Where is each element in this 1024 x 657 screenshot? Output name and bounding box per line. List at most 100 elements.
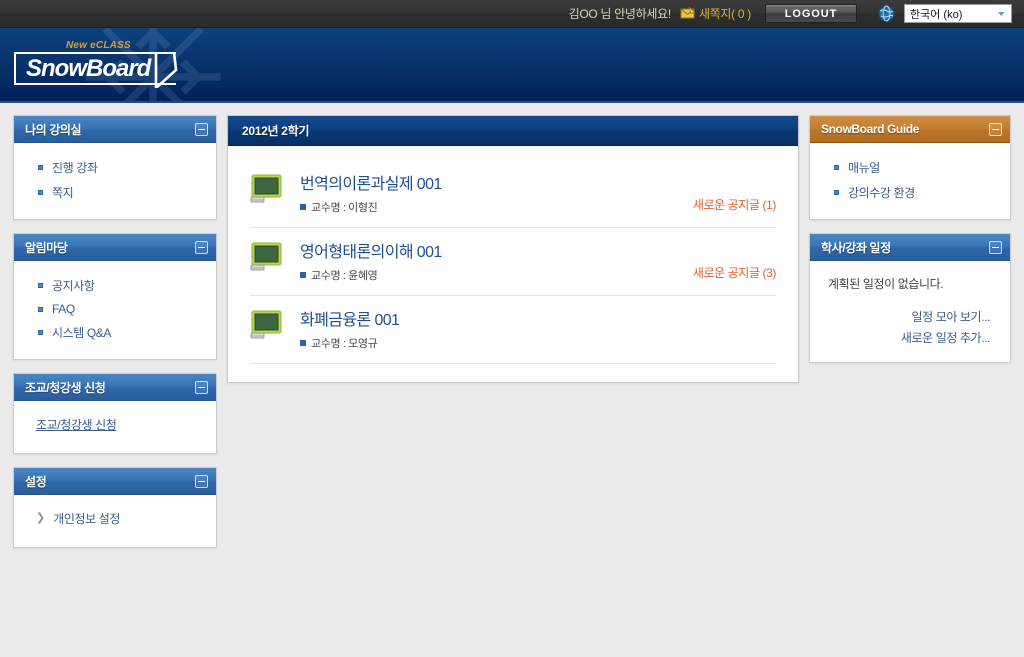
panel-academic-schedule-header: 학사/강좌 일정 bbox=[810, 234, 1010, 261]
monitor-icon bbox=[250, 170, 294, 209]
course-row[interactable]: 화폐금융론 001 교수명 : 모영규 bbox=[250, 296, 776, 364]
panel-settings-body: ❯ 개인정보 설정 bbox=[14, 495, 216, 547]
bullet-icon bbox=[38, 283, 43, 288]
minus-box-icon[interactable] bbox=[195, 474, 208, 488]
panel-ta-auditor-application: 조교/청강생 신청 조교/청강생 신청 bbox=[13, 373, 217, 454]
right-sidebar: SnowBoard Guide 매뉴얼 강의수강 환경 학사/강좌 일정 계획된… bbox=[809, 115, 1011, 363]
course-title[interactable]: 화폐금융론 001 bbox=[300, 306, 776, 330]
sidebar-item-label: 강의수강 환경 bbox=[848, 186, 915, 200]
sidebar-item-faq[interactable]: FAQ bbox=[14, 298, 216, 320]
panel-my-classroom-body: 진행 강좌 쪽지 bbox=[14, 143, 216, 219]
brand-header: New eCLASS SnowBoard bbox=[0, 28, 1024, 103]
minus-box-icon[interactable] bbox=[195, 122, 208, 136]
nav-list: 매뉴얼 강의수강 환경 bbox=[810, 155, 1010, 205]
professor-name: 교수명 : 모영규 bbox=[311, 338, 378, 350]
panel-ta-auditor-body: 조교/청강생 신청 bbox=[14, 401, 216, 453]
course-row[interactable]: 번역의이론과실제 001 교수명 : 이형진 새로운 공지글 (1) bbox=[250, 160, 776, 228]
bullet-icon bbox=[38, 306, 43, 312]
panel-title: 나의 강의실 bbox=[25, 122, 82, 137]
course-meta: 화폐금융론 001 교수명 : 모영규 bbox=[294, 306, 776, 351]
sidebar-item-label: 진행 강좌 bbox=[52, 161, 98, 175]
bullet-icon bbox=[834, 190, 839, 195]
panel-my-classroom-header: 나의 강의실 bbox=[14, 116, 216, 143]
logo-slash-icon bbox=[154, 52, 178, 88]
professor-line: 교수명 : 모영규 bbox=[300, 335, 776, 351]
logout-button[interactable]: LOGOUT bbox=[765, 4, 857, 23]
new-message-link[interactable]: 새쪽지( 0 ) bbox=[680, 5, 751, 22]
professor-name: 교수명 : 이형진 bbox=[311, 202, 378, 214]
envelope-icon bbox=[680, 7, 695, 20]
professor-name: 교수명 : 윤혜영 bbox=[311, 270, 378, 282]
logo-box: SnowBoard bbox=[14, 52, 178, 88]
minus-box-icon[interactable] bbox=[989, 240, 1002, 254]
sidebar-item-ongoing-courses[interactable]: 진행 강좌 bbox=[14, 155, 216, 180]
greeting-text: 김OO 님 안녕하세요! bbox=[568, 7, 672, 21]
panel-notice-board: 알림마당 공지사항 FAQ 시스템 Q&A bbox=[13, 233, 217, 360]
panel-settings: 설정 ❯ 개인정보 설정 bbox=[13, 467, 217, 548]
nav-list: 공지사항 FAQ 시스템 Q&A bbox=[14, 273, 216, 345]
schedule-links: 일정 모아 보기... 새로운 일정 추가... bbox=[810, 306, 1010, 348]
course-row[interactable]: 영어형태론의이해 001 교수명 : 윤혜영 새로운 공지글 (3) bbox=[250, 228, 776, 296]
logo-tagline: New eCLASS bbox=[66, 40, 131, 51]
panel-title: 알림마당 bbox=[25, 240, 68, 255]
panel-title: 설정 bbox=[25, 474, 47, 489]
sidebar-item-label: 매뉴얼 bbox=[848, 161, 880, 175]
sidebar-item-label: 시스템 Q&A bbox=[52, 326, 111, 340]
left-sidebar: 나의 강의실 진행 강좌 쪽지 알림마당 공지사항 FAQ 시스템 Q&A 조교… bbox=[13, 115, 217, 548]
sidebar-item-course-environment[interactable]: 강의수강 환경 bbox=[810, 180, 1010, 205]
bullet-icon bbox=[38, 330, 43, 335]
bullet-icon bbox=[300, 204, 306, 210]
top-utility-bar: 김OO 님 안녕하세요! 새쪽지( 0 ) LOGOUT 한국어 (ko) bbox=[0, 0, 1024, 28]
site-logo[interactable]: New eCLASS SnowBoard bbox=[14, 40, 178, 88]
panel-ta-auditor-header: 조교/청강생 신청 bbox=[14, 374, 216, 401]
chevron-right-icon: ❯ bbox=[36, 512, 46, 524]
bullet-icon bbox=[38, 190, 43, 195]
panel-my-classroom: 나의 강의실 진행 강좌 쪽지 bbox=[13, 115, 217, 220]
schedule-empty-text: 계획된 일정이 없습니다. bbox=[828, 277, 944, 291]
globe-icon bbox=[866, 5, 895, 22]
monitor-icon bbox=[250, 238, 294, 277]
chevron-down-icon bbox=[994, 6, 1009, 21]
sidebar-item-manual[interactable]: 매뉴얼 bbox=[810, 155, 1010, 180]
panel-snowboard-guide: SnowBoard Guide 매뉴얼 강의수강 환경 bbox=[809, 115, 1011, 220]
monitor-icon bbox=[250, 306, 294, 345]
bullet-icon bbox=[834, 165, 839, 170]
bullet-icon bbox=[38, 165, 43, 170]
page-body: 나의 강의실 진행 강좌 쪽지 알림마당 공지사항 FAQ 시스템 Q&A 조교… bbox=[0, 103, 1024, 560]
sidebar-item-label: 쪽지 bbox=[52, 186, 74, 200]
language-select[interactable]: 한국어 (ko) bbox=[904, 4, 1012, 23]
new-notice-badge[interactable]: 새로운 공지글 (1) bbox=[693, 196, 777, 213]
logo-text: SnowBoard bbox=[26, 55, 151, 82]
sidebar-item-announcements[interactable]: 공지사항 bbox=[14, 273, 216, 298]
bullet-icon bbox=[300, 340, 306, 346]
panel-notice-board-body: 공지사항 FAQ 시스템 Q&A bbox=[14, 261, 216, 359]
minus-box-icon[interactable] bbox=[195, 240, 208, 254]
course-list: 번역의이론과실제 001 교수명 : 이형진 새로운 공지글 (1) 영어형태론… bbox=[228, 146, 798, 382]
add-new-schedule-link[interactable]: 새로운 일정 추가... bbox=[810, 327, 991, 348]
sidebar-item-personal-info-settings[interactable]: ❯ 개인정보 설정 bbox=[14, 507, 216, 533]
sidebar-item-label: FAQ bbox=[52, 302, 75, 316]
new-message-label: 새쪽지( 0 ) bbox=[698, 7, 751, 21]
language-select-value: 한국어 (ko) bbox=[910, 8, 963, 21]
new-notice-badge[interactable]: 새로운 공지글 (3) bbox=[693, 264, 777, 281]
sidebar-item-messages[interactable]: 쪽지 bbox=[14, 180, 216, 205]
panel-settings-header: 설정 bbox=[14, 468, 216, 495]
ta-auditor-application-link[interactable]: 조교/청강생 신청 bbox=[14, 413, 117, 439]
panel-academic-schedule: 학사/강좌 일정 계획된 일정이 없습니다. 일정 모아 보기... 새로운 일… bbox=[809, 233, 1011, 363]
minus-box-icon[interactable] bbox=[989, 122, 1002, 136]
sidebar-item-label: 공지사항 bbox=[52, 279, 95, 293]
course-panel: 2012년 2학기 번역의이론과실제 001 교수명: 이형진 새로운 공지글… bbox=[227, 115, 799, 383]
semester-title: 2012년 2학기 bbox=[242, 124, 310, 138]
sidebar-item-system-qna[interactable]: 시스템 Q&A bbox=[14, 320, 216, 345]
panel-academic-schedule-body: 계획된 일정이 없습니다. 일정 모아 보기... 새로운 일정 추가... bbox=[810, 261, 1010, 362]
course-title[interactable]: 번역의이론과실제 001 bbox=[300, 170, 776, 194]
main-content: 2012년 2학기 번역의이론과실제 001 교수명: 이형진 새로운 공지글… bbox=[227, 115, 799, 383]
panel-notice-board-header: 알림마당 bbox=[14, 234, 216, 261]
panel-snowboard-guide-header: SnowBoard Guide bbox=[810, 116, 1010, 143]
panel-title: 학사/강좌 일정 bbox=[821, 240, 891, 255]
course-panel-header: 2012년 2학기 bbox=[228, 116, 798, 146]
panel-title: SnowBoard Guide bbox=[821, 122, 920, 136]
course-title[interactable]: 영어형태론의이해 001 bbox=[300, 238, 776, 262]
minus-box-icon[interactable] bbox=[195, 380, 208, 394]
view-all-schedules-link[interactable]: 일정 모아 보기... bbox=[810, 306, 990, 327]
